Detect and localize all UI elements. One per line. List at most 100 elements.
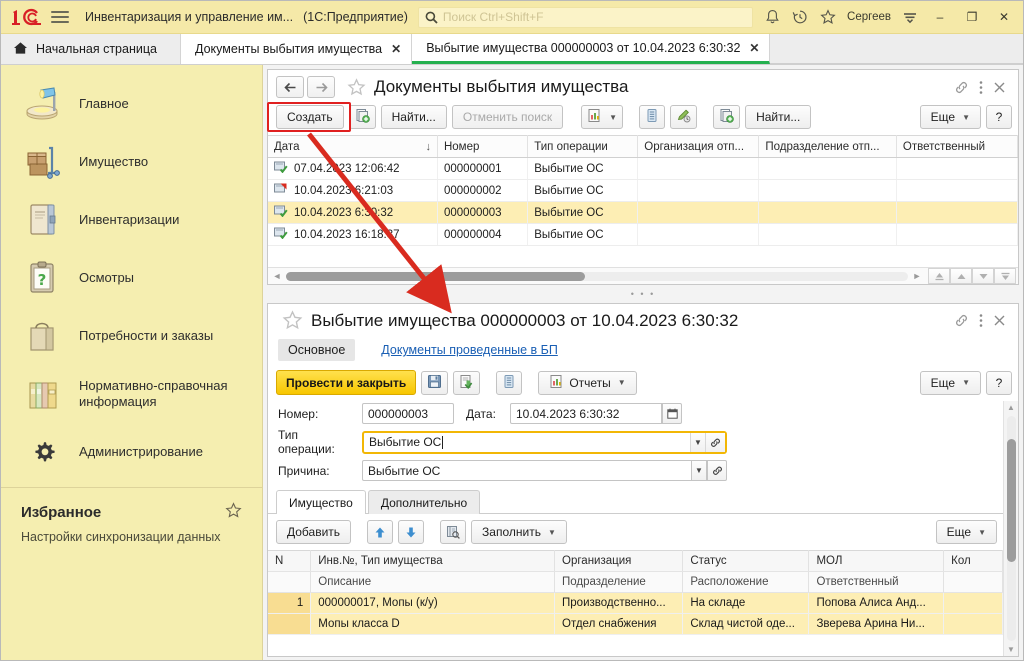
table-row[interactable]: 07.04.2023 12:06:42 000000001 Выбытие ОС [268, 157, 1018, 180]
tab-home[interactable]: Начальная страница [1, 34, 181, 64]
chevron-down-icon[interactable]: ▼ [692, 460, 707, 481]
arrow-right-icon[interactable] [307, 76, 335, 98]
cell-inv-type[interactable]: 000000017, Мопы (к/у) [310, 592, 556, 614]
cell-org[interactable]: Производственно... [554, 592, 684, 614]
minimize-button[interactable]: – [925, 4, 955, 30]
create-by-copy-button[interactable] [348, 105, 376, 129]
cancel-search-button[interactable]: Отменить поиск [451, 105, 564, 129]
calendar-icon[interactable] [662, 403, 682, 424]
link-icon[interactable] [954, 313, 969, 328]
add-row-button[interactable]: Добавить [276, 520, 352, 544]
column-header-operation[interactable]: Тип операции [527, 135, 639, 158]
column-header-date[interactable]: Дата ↓ [268, 135, 438, 158]
copy-button[interactable] [713, 105, 741, 129]
column-header-dept[interactable]: Подразделение отп... [758, 135, 897, 158]
vscroll-track[interactable] [1006, 416, 1016, 641]
tab-documents-list[interactable]: Документы выбытия имущества ✕ [181, 34, 413, 64]
cell-dept[interactable]: Отдел снабжения [554, 613, 684, 635]
help-button[interactable]: ? [986, 105, 1012, 129]
column-header-inv-type[interactable]: Инв.№, Тип имущества [310, 550, 556, 572]
find-button-2[interactable]: Найти... [745, 105, 812, 129]
reports-button[interactable]: Отчеты ▼ [538, 370, 637, 395]
first-record-button[interactable] [928, 268, 950, 284]
column-subheader-location[interactable]: Расположение [682, 571, 810, 593]
panel-splitter[interactable]: • • • [263, 289, 1023, 299]
tab-imushchestvo[interactable]: Имущество [276, 490, 366, 514]
subtab-documents-bp[interactable]: Документы проведенные в БП [371, 339, 568, 361]
edit-history-button[interactable] [670, 105, 698, 129]
sidebar-item-osmotry[interactable]: ? Осмотры [1, 249, 262, 307]
date-field[interactable]: 10.04.2023 6:30:32 [510, 403, 662, 424]
column-header-qty[interactable]: Кол [943, 550, 1003, 572]
sidebar-item-glavnoe[interactable]: Главное [1, 75, 262, 133]
cell-responsible[interactable]: Зверева Арина Ни... [808, 613, 945, 635]
list-button[interactable] [639, 105, 666, 129]
tab-close-icon[interactable]: ✕ [391, 43, 401, 55]
table-row-selected[interactable]: 10.04.2023 6:30:32 000000003 Выбытие ОС [268, 201, 1018, 224]
1c-logo[interactable] [9, 7, 43, 27]
search-input[interactable]: Поиск Ctrl+Shift+F [417, 6, 754, 28]
hamburger-menu-icon[interactable] [51, 7, 73, 27]
close-button[interactable]: ✕ [989, 4, 1019, 30]
number-field[interactable]: 000000003 [362, 403, 454, 424]
star-outline-icon[interactable] [282, 310, 303, 331]
scroll-left-arrow[interactable]: ◄ [270, 271, 284, 281]
save-button[interactable] [421, 370, 449, 395]
scroll-track[interactable] [286, 271, 908, 281]
create-button[interactable]: Создать [276, 105, 344, 129]
favorites-link-sync-settings[interactable]: Настройки синхронизации данных [1, 528, 262, 544]
scroll-down-arrow[interactable]: ▼ [1007, 643, 1015, 656]
scroll-up-arrow[interactable]: ▲ [1007, 401, 1015, 414]
kebab-menu-icon[interactable] [979, 313, 983, 328]
doc-vertical-scrollbar[interactable]: ▲ ▼ [1003, 401, 1018, 656]
close-icon[interactable] [993, 314, 1006, 327]
sidebar-item-inventarizacii[interactable]: Инвентаризации [1, 191, 262, 249]
prev-record-button[interactable] [950, 268, 972, 284]
post-document-button[interactable] [453, 370, 481, 395]
registry-button[interactable] [496, 370, 523, 395]
tab-document-detail[interactable]: Выбытие имущества 000000003 от 10.04.202… [412, 34, 771, 64]
cell-status[interactable]: На складе [682, 592, 810, 614]
cell-description[interactable]: Мопы класса D [310, 613, 556, 635]
doc-more-button[interactable]: Еще ▼ [919, 370, 981, 395]
open-link-icon[interactable] [707, 460, 727, 481]
post-and-close-button[interactable]: Провести и закрыть [276, 370, 417, 395]
arrow-down-icon[interactable] [398, 520, 425, 544]
column-header-mol[interactable]: МОЛ [808, 550, 945, 572]
open-link-icon[interactable] [705, 432, 725, 452]
kebab-menu-icon[interactable] [979, 80, 983, 95]
more-button[interactable]: Еще ▼ [919, 105, 981, 129]
next-record-button[interactable] [972, 268, 994, 284]
column-subheader-description[interactable]: Описание [310, 571, 556, 593]
star-icon[interactable] [815, 5, 841, 29]
star-outline-icon[interactable] [225, 502, 242, 522]
chevron-down-icon[interactable]: ▼ [690, 432, 705, 452]
subtab-osnovnoe[interactable]: Основное [278, 339, 356, 361]
user-name[interactable]: Сергеев [843, 11, 895, 23]
arrow-up-icon[interactable] [367, 520, 394, 544]
cell-location[interactable]: Склад чистой оде... [682, 613, 810, 635]
column-header-number[interactable]: Номер [437, 135, 529, 158]
vscroll-thumb[interactable] [1006, 438, 1016, 563]
scroll-right-arrow[interactable]: ► [910, 271, 924, 281]
tab-close-icon[interactable]: ✕ [749, 42, 759, 54]
items-table-row-line1[interactable]: 1 000000017, Мопы (к/у) Производственно.… [268, 592, 1003, 614]
star-outline-icon[interactable] [347, 77, 366, 97]
sidebar-item-administrirovanie[interactable]: Администрирование [1, 423, 262, 481]
column-header-responsible[interactable]: Ответственный [896, 135, 1018, 158]
report-button[interactable]: ▼ [581, 105, 624, 129]
maximize-button[interactable]: ❐ [957, 4, 987, 30]
close-icon[interactable] [993, 81, 1006, 94]
tab-dopolnitelno[interactable]: Дополнительно [367, 490, 481, 514]
cell-qty[interactable] [943, 592, 1003, 614]
arrow-left-icon[interactable] [276, 76, 304, 98]
column-header-org[interactable]: Организация отп... [637, 135, 760, 158]
history-clock-icon[interactable] [787, 5, 813, 29]
user-menu-icon[interactable] [897, 5, 923, 29]
last-record-button[interactable] [994, 268, 1016, 284]
scroll-thumb[interactable] [286, 271, 585, 281]
sidebar-item-nsi[interactable]: Нормативно-справочная информация [1, 365, 262, 423]
column-subheader-dept[interactable]: Подразделение [554, 571, 684, 593]
column-header-n[interactable]: N [268, 550, 312, 572]
find-button[interactable]: Найти... [380, 105, 447, 129]
